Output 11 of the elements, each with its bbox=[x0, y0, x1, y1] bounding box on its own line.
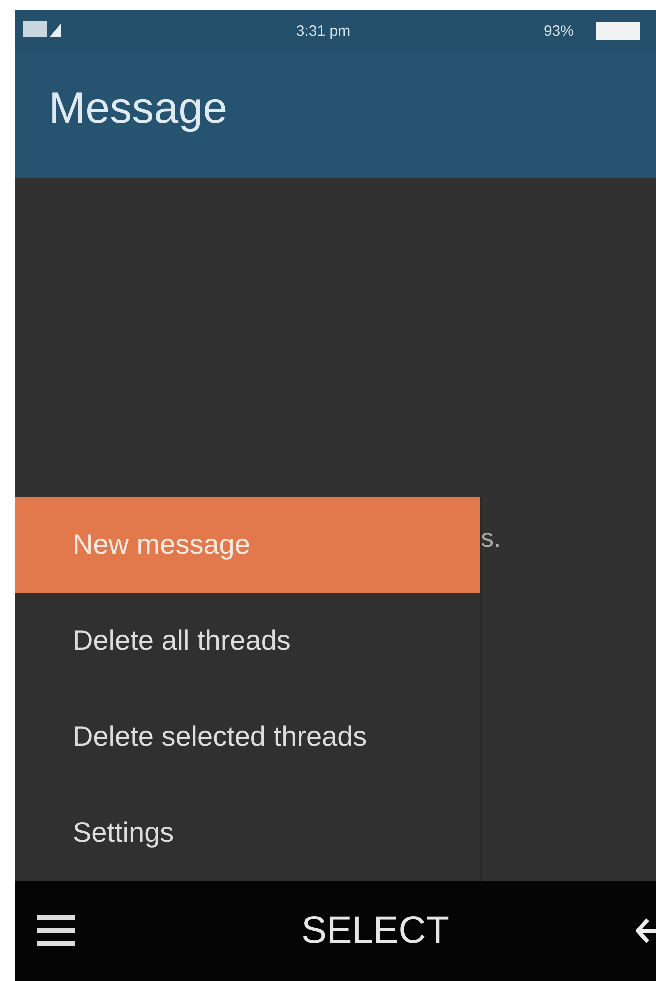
battery-percent: 93% bbox=[544, 22, 574, 40]
screen-title: Message bbox=[49, 84, 228, 134]
menu-item[interactable]: Settings bbox=[15, 785, 480, 881]
network-badge-icon bbox=[23, 18, 63, 40]
battery-icon bbox=[596, 20, 642, 42]
select-softkey[interactable]: SELECT bbox=[294, 906, 458, 956]
menu-icon[interactable] bbox=[37, 913, 75, 949]
status-time: 3:31 pm bbox=[296, 22, 351, 40]
menu-item[interactable]: Delete all threads bbox=[15, 593, 480, 689]
menu-item[interactable]: Delete selected threads bbox=[15, 689, 480, 785]
body-text: s. bbox=[481, 523, 502, 554]
